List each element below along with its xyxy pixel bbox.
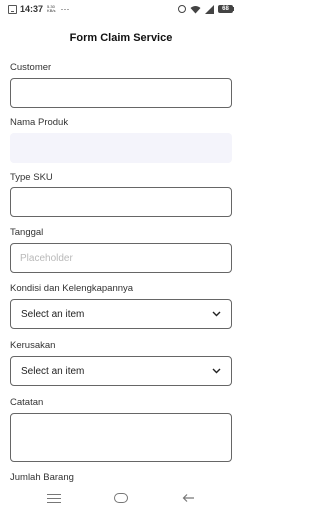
nama-produk-field	[10, 133, 232, 163]
kerusakan-select[interactable]: Select an item	[10, 356, 232, 386]
network-speed: 5.30 KB/s	[47, 5, 55, 13]
battery-level: 68	[218, 5, 233, 13]
page-title: Form Claim Service	[69, 32, 173, 44]
kondisi-label: Kondisi dan Kelengkapannya	[10, 283, 134, 294]
tanggal-label: Tanggal	[10, 227, 44, 238]
kondisi-select[interactable]: Select an item	[10, 299, 232, 329]
status-time: 14:37	[20, 4, 44, 14]
chevron-down-icon	[211, 366, 221, 376]
notification-app-icon	[8, 4, 17, 14]
nama-produk-label: Nama Produk	[10, 117, 69, 128]
kerusakan-selected-value: Select an item	[21, 365, 85, 377]
type-sku-label: Type SKU	[10, 172, 53, 183]
status-bar: 14:37 5.30 KB/s ··· 68	[0, 0, 242, 18]
customer-label: Customer	[10, 62, 52, 73]
back-icon[interactable]	[182, 493, 195, 503]
menu-icon[interactable]	[46, 493, 61, 503]
catatan-label: Catatan	[10, 397, 44, 408]
chevron-down-icon	[211, 309, 221, 319]
status-right: 68	[178, 4, 234, 14]
system-nav-bar	[0, 484, 242, 512]
tanggal-placeholder: Placeholder	[20, 253, 73, 264]
catatan-textarea[interactable]	[10, 413, 232, 462]
wifi-icon	[190, 5, 201, 14]
battery-icon: 68	[218, 5, 234, 13]
network-speed-unit: KB/s	[47, 8, 56, 13]
home-icon[interactable]	[114, 493, 129, 503]
jumlah-barang-label: Jumlah Barang	[10, 472, 74, 483]
kondisi-selected-value: Select an item	[21, 308, 85, 320]
kerusakan-label: Kerusakan	[10, 340, 56, 351]
more-notifications-icon: ···	[60, 4, 70, 14]
status-left: 14:37 5.30 KB/s ···	[8, 4, 69, 14]
customer-field[interactable]	[10, 78, 232, 108]
signal-icon	[205, 4, 214, 14]
alarm-icon	[178, 5, 186, 13]
type-sku-field[interactable]	[10, 187, 232, 217]
tanggal-field[interactable]: Placeholder	[10, 243, 232, 273]
